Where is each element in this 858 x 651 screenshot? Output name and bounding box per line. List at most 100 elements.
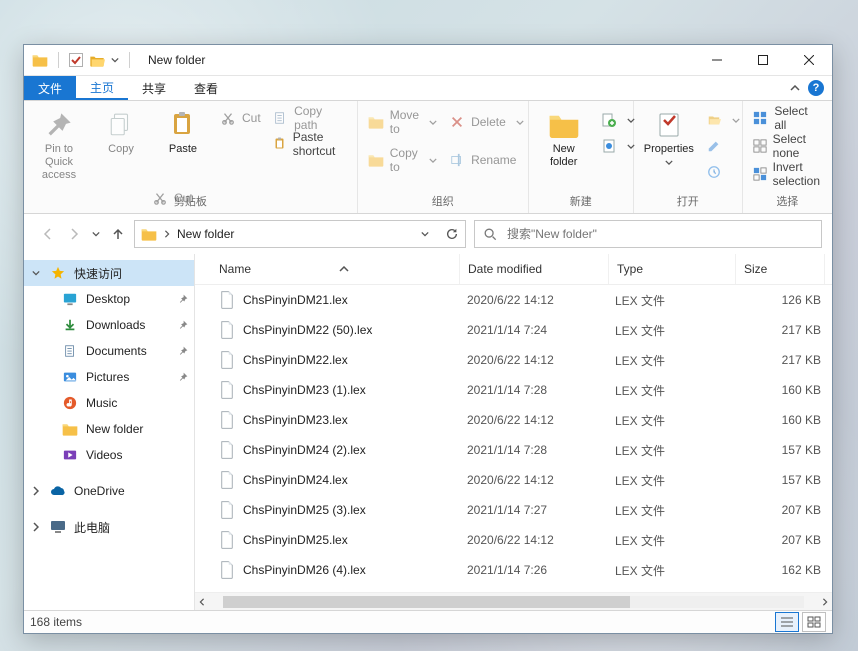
easy-access-button[interactable] xyxy=(599,135,637,157)
open-button[interactable] xyxy=(704,109,742,131)
file-size: 207 KB xyxy=(733,503,827,517)
sidebar-item-onedrive[interactable]: OneDrive xyxy=(24,478,194,504)
ribbon-collapse-icon[interactable] xyxy=(790,85,800,91)
paste-button[interactable]: Paste xyxy=(154,105,212,160)
sidebar-item-videos[interactable]: Videos xyxy=(24,442,194,468)
documents-icon xyxy=(62,343,78,359)
expand-icon[interactable] xyxy=(30,486,42,496)
titlebar: New folder xyxy=(24,45,832,76)
table-row[interactable]: ChsPinyinDM24.lex2020/6/22 14:12LEX 文件15… xyxy=(195,465,832,495)
sidebar-item-label: 快速访问 xyxy=(74,265,122,282)
tab-share[interactable]: 共享 xyxy=(128,76,180,100)
table-row[interactable]: ChsPinyinDM22 (50).lex2021/1/14 7:24LEX … xyxy=(195,315,832,345)
sidebar-item-downloads[interactable]: Downloads xyxy=(24,312,194,338)
tab-file[interactable]: 文件 xyxy=(24,76,76,100)
file-rows: ChsPinyinDM21.lex2020/6/22 14:12LEX 文件12… xyxy=(195,285,832,592)
delete-button[interactable]: Delete xyxy=(447,111,526,133)
file-type: LEX 文件 xyxy=(607,502,733,519)
col-date[interactable]: Date modified xyxy=(460,254,609,284)
view-details-button[interactable] xyxy=(775,612,799,632)
file-name: ChsPinyinDM23.lex xyxy=(243,413,348,427)
file-date: 2020/6/22 14:12 xyxy=(459,293,607,307)
nav-history-button[interactable] xyxy=(92,230,100,238)
copy-button[interactable]: Copy xyxy=(92,105,150,160)
address-dropdown-icon[interactable] xyxy=(421,230,429,238)
nav-back-button[interactable] xyxy=(40,226,56,242)
table-row[interactable]: ChsPinyinDM26 (4).lex2021/1/14 7:26LEX 文… xyxy=(195,555,832,585)
cut-button[interactable]: Cut xyxy=(218,107,263,129)
col-type[interactable]: Type xyxy=(609,254,736,284)
sidebar-item-label: New folder xyxy=(86,422,143,436)
column-headers: Name Date modified Type Size xyxy=(195,254,832,285)
sidebar-item-quick-access[interactable]: 快速访问 xyxy=(24,260,194,286)
table-row[interactable]: ChsPinyinDM25 (3).lex2021/1/14 7:27LEX 文… xyxy=(195,495,832,525)
col-size[interactable]: Size xyxy=(736,254,825,284)
music-icon xyxy=(62,395,78,411)
invert-selection-button[interactable]: Invert selection xyxy=(751,163,824,185)
view-large-icons-button[interactable] xyxy=(802,612,826,632)
horizontal-scrollbar[interactable] xyxy=(195,592,832,610)
search-box[interactable] xyxy=(474,220,822,248)
pin-icon xyxy=(178,294,188,304)
window-title: New folder xyxy=(148,53,205,67)
sidebar-item-label: Videos xyxy=(86,448,122,462)
qa-customize-icon[interactable] xyxy=(111,56,119,64)
expand-icon[interactable] xyxy=(30,522,42,532)
new-folder-button[interactable]: New folder xyxy=(535,105,593,173)
help-button[interactable]: ? xyxy=(808,80,824,96)
sidebar-item-documents[interactable]: Documents xyxy=(24,338,194,364)
properties-button[interactable]: Properties xyxy=(640,105,698,173)
select-all-button[interactable]: Select all xyxy=(751,107,824,129)
copy-to-button[interactable]: Copy to xyxy=(366,149,439,171)
sidebar-item-new-folder[interactable]: New folder xyxy=(24,416,194,442)
sidebar-item-pictures[interactable]: Pictures xyxy=(24,364,194,390)
ribbon: Pin to Quick access Copy Paste Cut Copy … xyxy=(24,101,832,214)
scroll-right-icon[interactable] xyxy=(821,598,829,606)
table-row[interactable]: ChsPinyinDM23 (1).lex2021/1/14 7:28LEX 文… xyxy=(195,375,832,405)
close-button[interactable] xyxy=(786,45,832,75)
tab-home[interactable]: 主页 xyxy=(76,76,128,100)
qa-checkbox-icon[interactable] xyxy=(69,53,83,67)
pictures-icon xyxy=(62,369,78,385)
search-input[interactable] xyxy=(505,226,813,242)
sidebar-item-label: Pictures xyxy=(86,370,129,384)
search-icon xyxy=(483,227,497,241)
nav-forward-button[interactable] xyxy=(66,226,82,242)
sidebar-item-this-pc[interactable]: 此电脑 xyxy=(24,514,194,540)
paste-shortcut-button[interactable]: Paste shortcut xyxy=(271,133,349,155)
file-date: 2020/6/22 14:12 xyxy=(459,533,607,547)
file-icon xyxy=(219,532,235,548)
breadcrumb[interactable]: New folder xyxy=(177,227,234,241)
scroll-left-icon[interactable] xyxy=(198,598,206,606)
qa-folder-icon[interactable] xyxy=(89,53,105,67)
new-item-button[interactable] xyxy=(599,109,637,131)
sort-indicator-icon xyxy=(333,266,355,272)
table-row[interactable]: ChsPinyinDM24 (2).lex2021/1/14 7:28LEX 文… xyxy=(195,435,832,465)
maximize-button[interactable] xyxy=(740,45,786,75)
desktop-icon xyxy=(62,291,78,307)
nav-up-button[interactable] xyxy=(110,226,126,242)
file-icon xyxy=(219,412,235,428)
select-none-button[interactable]: Select none xyxy=(751,135,824,157)
scrollbar-thumb[interactable] xyxy=(223,596,630,608)
history-button[interactable] xyxy=(704,161,742,183)
edit-button[interactable] xyxy=(704,135,742,157)
table-row[interactable]: ChsPinyinDM25.lex2020/6/22 14:12LEX 文件20… xyxy=(195,525,832,555)
minimize-button[interactable] xyxy=(694,45,740,75)
address-bar[interactable]: New folder xyxy=(134,220,466,248)
rename-button[interactable]: Rename xyxy=(447,149,526,171)
sidebar-item-desktop[interactable]: Desktop xyxy=(24,286,194,312)
move-to-button[interactable]: Move to xyxy=(366,111,439,133)
expand-icon[interactable] xyxy=(30,270,42,276)
table-row[interactable]: ChsPinyinDM23.lex2020/6/22 14:12LEX 文件16… xyxy=(195,405,832,435)
cut-button-2[interactable]: Cut xyxy=(150,187,195,209)
tab-view[interactable]: 查看 xyxy=(180,76,232,100)
copy-path-button[interactable]: Copy path xyxy=(271,107,349,129)
file-name: ChsPinyinDM21.lex xyxy=(243,293,348,307)
sidebar-item-music[interactable]: Music xyxy=(24,390,194,416)
address-chevron-icon[interactable] xyxy=(163,230,171,238)
refresh-button[interactable] xyxy=(445,227,459,241)
table-row[interactable]: ChsPinyinDM22.lex2020/6/22 14:12LEX 文件21… xyxy=(195,345,832,375)
table-row[interactable]: ChsPinyinDM21.lex2020/6/22 14:12LEX 文件12… xyxy=(195,285,832,315)
pin-to-quick-access-button[interactable]: Pin to Quick access xyxy=(30,105,88,187)
